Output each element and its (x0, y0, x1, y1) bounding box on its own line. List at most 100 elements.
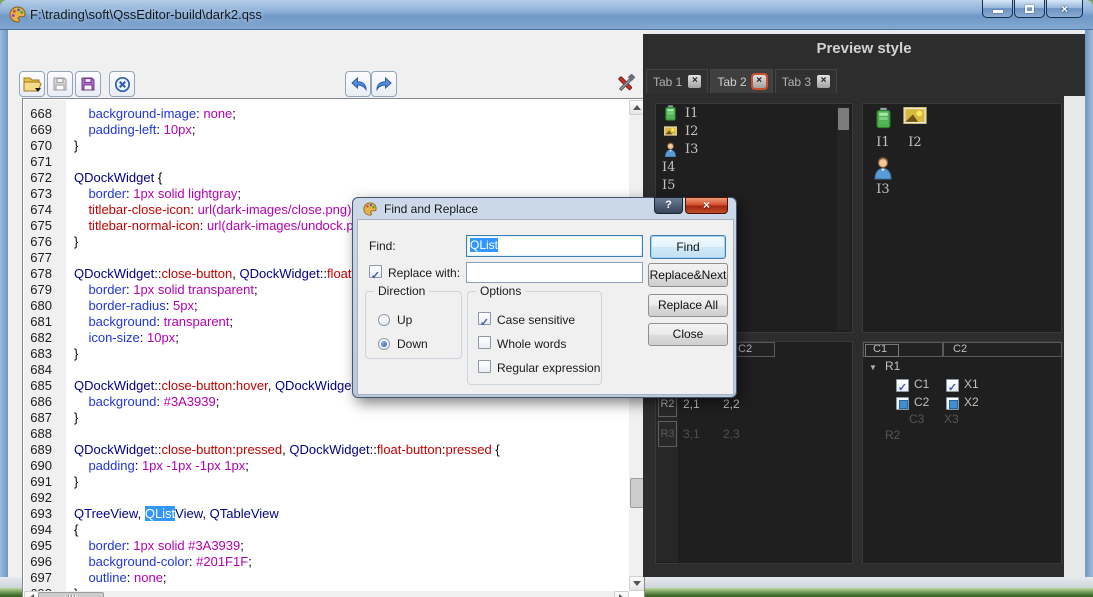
scroll-down-button[interactable] (629, 576, 644, 591)
tree-checkbox[interactable]: ✓ (946, 379, 959, 394)
code-line[interactable]: 695 border: 1px solid #3A3939; (24, 538, 628, 554)
list-item[interactable]: I4 (656, 158, 852, 176)
replace-with-checkbox[interactable]: ✓ (369, 265, 382, 282)
code-line[interactable]: 688 (24, 426, 628, 442)
direction-up-radio[interactable] (378, 314, 390, 326)
dialog-close-button[interactable]: × (685, 197, 728, 214)
table-cell[interactable]: 2,3 (723, 427, 740, 441)
code-line[interactable]: 668 background-image: none; (24, 106, 628, 122)
person-icon (874, 156, 892, 180)
line-number: 668 (30, 106, 52, 121)
tree-row[interactable]: ✓ C1 ✓ X1 (863, 377, 1061, 395)
tree-checkbox[interactable] (896, 397, 909, 410)
code-line[interactable]: 691} (24, 474, 628, 490)
close-document-button[interactable] (109, 71, 135, 97)
tree-row[interactable]: ▼ R1 (863, 359, 1061, 377)
code-line[interactable]: 690 padding: 1px -1px -1px 1px; (24, 458, 628, 474)
close-window-button[interactable]: × (1046, 0, 1083, 18)
vertical-scroll-thumb[interactable] (630, 478, 644, 508)
list-item[interactable]: I5 (656, 176, 852, 194)
find-button[interactable]: Find (650, 235, 726, 259)
list-item[interactable]: I3 (656, 140, 852, 158)
code-line[interactable]: 696 background-color: #201F1F; (24, 554, 628, 570)
tab-close-icon[interactable]: × (750, 73, 768, 90)
editor-horizontal-scrollbar[interactable] (24, 591, 629, 597)
icon-list-item[interactable]: I1 (867, 107, 899, 150)
options-groupbox: Options ✓ Case sensitive Whole words Reg… (467, 284, 602, 385)
tab-tab-3[interactable]: Tab 3 × (774, 69, 838, 93)
tree-checkbox[interactable] (946, 397, 959, 410)
open-file-button[interactable] (19, 71, 45, 97)
code-line[interactable]: 694 { (24, 522, 628, 538)
save-button[interactable] (47, 71, 73, 97)
dialog-titlebar[interactable]: Find and Replace (363, 202, 478, 216)
code-line[interactable]: 671 (24, 154, 628, 170)
table-cell[interactable]: 2,1 (683, 397, 700, 411)
code-line[interactable]: 672 QDockWidget { (24, 170, 628, 186)
expand-arrow-icon[interactable]: ▼ (869, 363, 877, 372)
find-replace-dialog: Find and Replace ? × Find: QList Find ✓ … (352, 197, 737, 398)
code-line[interactable]: 670} (24, 138, 628, 154)
redo-button[interactable] (371, 71, 397, 97)
tree-cell-label: C2 (914, 395, 930, 409)
preview-treeview[interactable]: C1 C2 ▼ R1 ✓ C1 ✓ X1 C2 X2 C3 X3 R2 (862, 341, 1062, 564)
scroll-left-button[interactable] (24, 591, 39, 597)
tree-row[interactable]: R2 (863, 428, 1061, 446)
build-tools-button[interactable] (613, 71, 639, 97)
code-line[interactable]: 692 (24, 490, 628, 506)
list-item[interactable]: I2 (656, 122, 852, 140)
list-scroll-thumb[interactable] (838, 108, 849, 130)
replace-input[interactable] (466, 262, 643, 283)
tab-tab-2[interactable]: Tab 2 × (710, 69, 773, 93)
find-input[interactable]: QList (466, 235, 643, 257)
direction-down-radio[interactable] (378, 338, 390, 350)
preview-iconlist[interactable]: I1 I2 I3 (862, 103, 1062, 333)
replace-all-button[interactable]: Replace All (648, 294, 728, 317)
list-item[interactable]: I1 (656, 104, 852, 122)
checkmark-icon: ✓ (479, 317, 490, 329)
minimize-icon (992, 10, 1003, 13)
code-line[interactable]: 669 padding-left: 10px; (24, 122, 628, 138)
window-titlebar[interactable]: F:\trading\soft\QssEditor-build\dark2.qs… (0, 0, 1093, 30)
tree-checkbox[interactable]: ✓ (896, 379, 909, 394)
code-line[interactable]: 697 outline: none; (24, 570, 628, 586)
dialog-help-button[interactable]: ? (654, 197, 683, 214)
code-text: border: 1px solid transparent; (60, 282, 257, 298)
replace-next-button[interactable]: Replace&Next (648, 263, 728, 287)
tab-tab-1[interactable]: Tab 1 × (646, 69, 709, 93)
table-header-c2[interactable]: C2 (733, 342, 775, 357)
horizontal-scroll-thumb[interactable] (38, 592, 104, 597)
close-dialog-button[interactable]: Close (648, 323, 728, 346)
tab-close-icon[interactable]: × (688, 75, 702, 88)
maximize-button[interactable] (1014, 0, 1045, 18)
code-token: QDockWidget (74, 378, 155, 393)
dialog-title: Find and Replace (384, 202, 479, 216)
scroll-right-button[interactable] (614, 591, 629, 597)
table-cell[interactable]: 2,2 (723, 397, 740, 411)
code-token: border-radius (74, 298, 166, 313)
list-item-label: I1 (685, 105, 699, 121)
icon-list-item[interactable]: I2 (899, 107, 931, 150)
table-cell[interactable]: 3,1 (683, 427, 700, 441)
whole-words-checkbox[interactable] (478, 336, 491, 349)
code-line[interactable]: 689 QDockWidget::close-button:pressed, QD… (24, 442, 628, 458)
icon-list-item[interactable]: I3 (867, 154, 899, 197)
tree-header-c2[interactable]: C2 (943, 342, 1062, 357)
tree-row[interactable]: C2 X2 (863, 395, 1061, 413)
list-scrollbar[interactable] (837, 106, 850, 330)
regex-checkbox[interactable] (478, 360, 491, 373)
save-as-button[interactable] (75, 71, 101, 97)
code-line[interactable]: 687} (24, 410, 628, 426)
case-sensitive-checkbox[interactable]: ✓ (478, 312, 491, 329)
minimize-button[interactable] (982, 0, 1013, 18)
table-row[interactable]: R3 3,1 2,3 (656, 420, 852, 450)
undo-button[interactable] (345, 71, 371, 97)
code-token: url(dark-images/close.png) (197, 202, 352, 217)
tab-close-icon[interactable]: × (817, 75, 831, 88)
tree-header-c1[interactable]: C1 (863, 342, 943, 357)
code-line[interactable]: 693 QTreeView, QListView, QTableView (24, 506, 628, 522)
code-token: ; (245, 458, 249, 473)
table-row-header[interactable]: R3 (658, 421, 677, 447)
code-token: ; (229, 314, 234, 329)
